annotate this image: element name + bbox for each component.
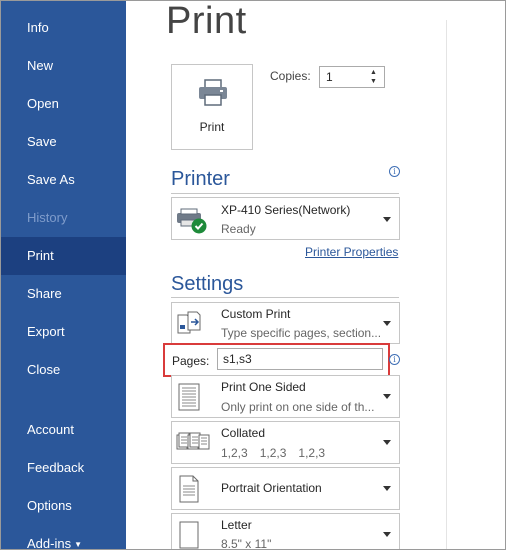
paper-icon	[179, 521, 199, 549]
print-button-label: Print	[199, 120, 225, 134]
nav-account[interactable]: Account	[0, 411, 126, 449]
dropdown-arrow-icon	[383, 486, 391, 491]
print-what-subtitle: Type specific pages, section...	[221, 326, 382, 340]
printer-heading: Printer	[171, 168, 230, 190]
collation-set: 1,2,3	[221, 446, 248, 460]
pages-label: Pages:	[172, 354, 210, 368]
info-icon[interactable]: i	[389, 354, 400, 365]
print-what-dropdown[interactable]: Custom Print Type specific pages, sectio…	[171, 302, 400, 344]
chevron-down-icon: ▼	[74, 540, 82, 549]
sides-dropdown[interactable]: Print One Sided Only print on one side o…	[171, 375, 400, 418]
nav-options[interactable]: Options	[0, 487, 126, 525]
pages-input[interactable]: s1,s3	[217, 348, 383, 370]
printer-properties-link[interactable]: Printer Properties	[305, 245, 398, 259]
paper-size-title: Letter	[221, 518, 252, 532]
collation-dropdown[interactable]: Collated 1,2,3 1,2,3 1,2,3	[171, 421, 400, 464]
copies-label: Copies:	[270, 69, 311, 83]
nav-save-as[interactable]: Save As	[0, 161, 126, 199]
one-sided-icon	[178, 383, 200, 411]
chevron-down-icon[interactable]: ▼	[370, 78, 377, 86]
nav-new[interactable]: New	[0, 47, 126, 85]
settings-heading-rule	[171, 297, 399, 298]
nav-feedback[interactable]: Feedback	[0, 449, 126, 487]
collated-icon	[176, 432, 210, 450]
page-title: Print	[166, 0, 247, 42]
dropdown-arrow-icon	[383, 532, 391, 537]
sides-title: Print One Sided	[221, 380, 306, 394]
sides-subtitle: Only print on one side of th...	[221, 400, 375, 414]
nav-info[interactable]: Info	[0, 9, 126, 47]
nav-add-ins[interactable]: Add-ins ▼	[0, 525, 126, 550]
nav-close[interactable]: Close	[0, 351, 126, 389]
printer-ready-icon	[177, 208, 207, 234]
nav-share[interactable]: Share	[0, 275, 126, 313]
collation-set: 1,2,3	[259, 446, 287, 460]
collation-set: 1,2,3	[298, 446, 326, 460]
printer-heading-rule	[171, 193, 399, 194]
printer-name: XP-410 Series(Network)	[221, 203, 351, 217]
nav-save[interactable]: Save	[0, 123, 126, 161]
nav-open[interactable]: Open	[0, 85, 126, 123]
portrait-icon	[179, 475, 199, 503]
copies-value: 1	[326, 70, 333, 84]
pages-input-value: s1,s3	[223, 352, 252, 366]
orientation-dropdown[interactable]: Portrait Orientation	[171, 467, 400, 510]
nav-print[interactable]: Print	[0, 237, 126, 275]
nav-export[interactable]: Export	[0, 313, 126, 351]
copies-spinner[interactable]: ▲ ▼	[369, 68, 381, 86]
printer-icon	[199, 79, 227, 106]
nav-history: History	[27, 210, 68, 225]
paper-size-dropdown[interactable]: Letter 8.5" x 11"	[171, 513, 400, 550]
dropdown-arrow-icon	[383, 440, 391, 445]
settings-heading: Settings	[171, 273, 244, 295]
paper-size-subtitle: 8.5" x 11"	[221, 537, 272, 550]
custom-print-icon	[177, 311, 201, 334]
preview-divider	[446, 20, 447, 550]
dropdown-arrow-icon	[383, 394, 391, 399]
print-what-title: Custom Print	[221, 307, 291, 321]
dropdown-arrow-icon	[383, 321, 391, 326]
print-button[interactable]: Print	[171, 64, 253, 150]
chevron-up-icon[interactable]: ▲	[370, 69, 377, 77]
dropdown-arrow-icon	[383, 217, 391, 222]
backstage-sidebar: Info New Open Save Save As History Print…	[0, 0, 126, 550]
printer-status: Ready	[221, 222, 256, 236]
copies-stepper[interactable]: 1 ▲ ▼	[319, 66, 385, 88]
collation-title: Collated	[221, 426, 266, 440]
info-icon[interactable]: i	[389, 166, 400, 177]
orientation-title: Portrait Orientation	[221, 481, 322, 495]
printer-dropdown[interactable]: XP-410 Series(Network) Ready	[171, 197, 400, 240]
nav-add-ins-label: Add-ins	[27, 536, 72, 550]
collation-sequence: 1,2,3 1,2,3 1,2,3	[221, 446, 337, 460]
